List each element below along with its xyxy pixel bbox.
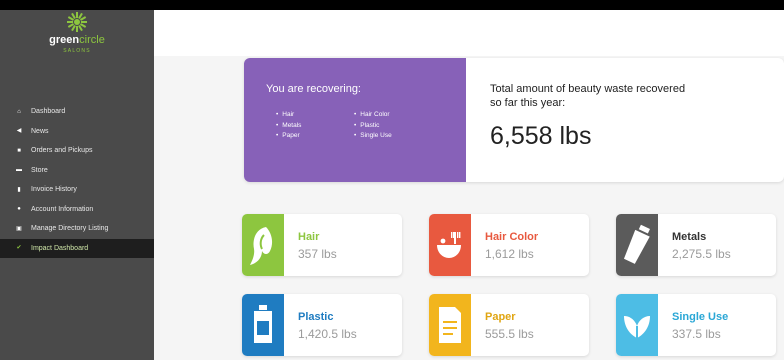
brand-logo[interactable]: greencircle SALONS xyxy=(0,10,154,70)
top-bar xyxy=(154,10,784,56)
sidebar-item-label: Account Information xyxy=(31,205,94,213)
sidebar-item-account-information[interactable]: ● Account Information xyxy=(0,200,154,220)
sidebar-item-label: Manage Directory Listing xyxy=(31,225,109,233)
sidebar-item-news[interactable]: ◀ News xyxy=(0,122,154,142)
sidebar-item-orders-and-pickups[interactable]: ■ Orders and Pickups xyxy=(0,141,154,161)
store-icon: ▬ xyxy=(16,167,22,174)
recovering-item: Paper xyxy=(276,131,301,142)
user-icon: ● xyxy=(17,206,21,213)
sidebar-item-label: Store xyxy=(31,166,48,174)
card-name: Hair xyxy=(298,231,320,243)
card-value: 2,275.5 lbs xyxy=(672,247,731,261)
card-name: Paper xyxy=(485,311,516,323)
plastic-jug-icon xyxy=(242,294,284,356)
recovering-item: Metals xyxy=(276,121,301,132)
app-window: greencircle SALONS ⌂ Dashboard ◀ News ■ … xyxy=(0,10,784,360)
impact-summary-card: You are recovering: Hair Metals Paper Ha… xyxy=(244,58,784,182)
check-icon: ✔ xyxy=(16,245,22,252)
paper-document-icon xyxy=(429,294,471,356)
waste-card-plastic: Plastic 1,420.5 lbs xyxy=(242,294,402,356)
card-name: Plastic xyxy=(298,311,334,323)
sidebar: greencircle SALONS ⌂ Dashboard ◀ News ■ … xyxy=(0,10,154,360)
card-value: 1,612 lbs xyxy=(485,247,534,261)
sidebar-item-label: Invoice History xyxy=(31,186,77,194)
recovering-item: Hair xyxy=(276,110,301,121)
sidebar-item-manage-directory-listing[interactable]: ▣ Manage Directory Listing xyxy=(0,219,154,239)
card-name: Single Use xyxy=(672,311,729,323)
waste-card-metals: Metals 2,275.5 lbs xyxy=(616,214,776,276)
card-value: 337.5 lbs xyxy=(672,327,721,341)
sidebar-item-invoice-history[interactable]: ▮ Invoice History xyxy=(0,180,154,200)
sidebar-nav: ⌂ Dashboard ◀ News ■ Orders and Pickups … xyxy=(0,102,154,258)
home-icon: ⌂ xyxy=(17,108,21,115)
card-name: Hair Color xyxy=(485,231,539,243)
waste-card-hair-color: Hair Color 1,612 lbs xyxy=(429,214,589,276)
waste-card-hair: Hair 357 lbs xyxy=(242,214,402,276)
total-waste-label: Total amount of beauty waste recovered s… xyxy=(490,83,686,109)
truck-icon: ■ xyxy=(17,147,21,154)
sidebar-item-dashboard[interactable]: ⌂ Dashboard xyxy=(0,102,154,122)
sidebar-item-impact-dashboard[interactable]: ✔ Impact Dashboard xyxy=(0,238,154,258)
card-name: Metals xyxy=(672,231,707,243)
recovering-panel: You are recovering: Hair Metals Paper Ha… xyxy=(244,58,466,182)
sidebar-item-label: Dashboard xyxy=(31,108,66,116)
green-circle-logo-icon xyxy=(67,12,87,32)
recovering-item: Single Use xyxy=(354,131,391,142)
waste-card-paper: Paper 555.5 lbs xyxy=(429,294,589,356)
card-value: 555.5 lbs xyxy=(485,327,534,341)
hair-icon xyxy=(242,214,284,276)
recovering-item: Hair Color xyxy=(354,110,392,121)
single-use-leaf-icon xyxy=(616,294,658,356)
brand-name: greencircle xyxy=(49,34,105,46)
sidebar-item-label: Orders and Pickups xyxy=(31,147,93,155)
main-content: You are recovering: Hair Metals Paper Ha… xyxy=(154,10,784,360)
card-value: 357 lbs xyxy=(298,247,337,261)
directory-icon: ▣ xyxy=(16,225,22,232)
sidebar-item-label: News xyxy=(31,127,49,135)
hair-color-bowl-icon xyxy=(429,214,471,276)
metal-tube-icon xyxy=(616,214,658,276)
invoice-icon: ▮ xyxy=(17,186,21,193)
recovering-title: You are recovering: xyxy=(266,83,361,95)
recovering-list-col1: Hair Metals Paper xyxy=(276,110,301,142)
sidebar-item-store[interactable]: ▬ Store xyxy=(0,161,154,181)
megaphone-icon: ◀ xyxy=(16,128,22,135)
card-value: 1,420.5 lbs xyxy=(298,327,357,341)
brand-subtitle: SALONS xyxy=(63,48,91,54)
waste-card-single-use: Single Use 337.5 lbs xyxy=(616,294,776,356)
sidebar-item-label: Impact Dashboard xyxy=(31,244,89,252)
recovering-list-col2: Hair Color Plastic Single Use xyxy=(354,110,392,142)
total-waste-value: 6,558 lbs xyxy=(490,122,592,150)
recovering-item: Plastic xyxy=(354,121,392,132)
